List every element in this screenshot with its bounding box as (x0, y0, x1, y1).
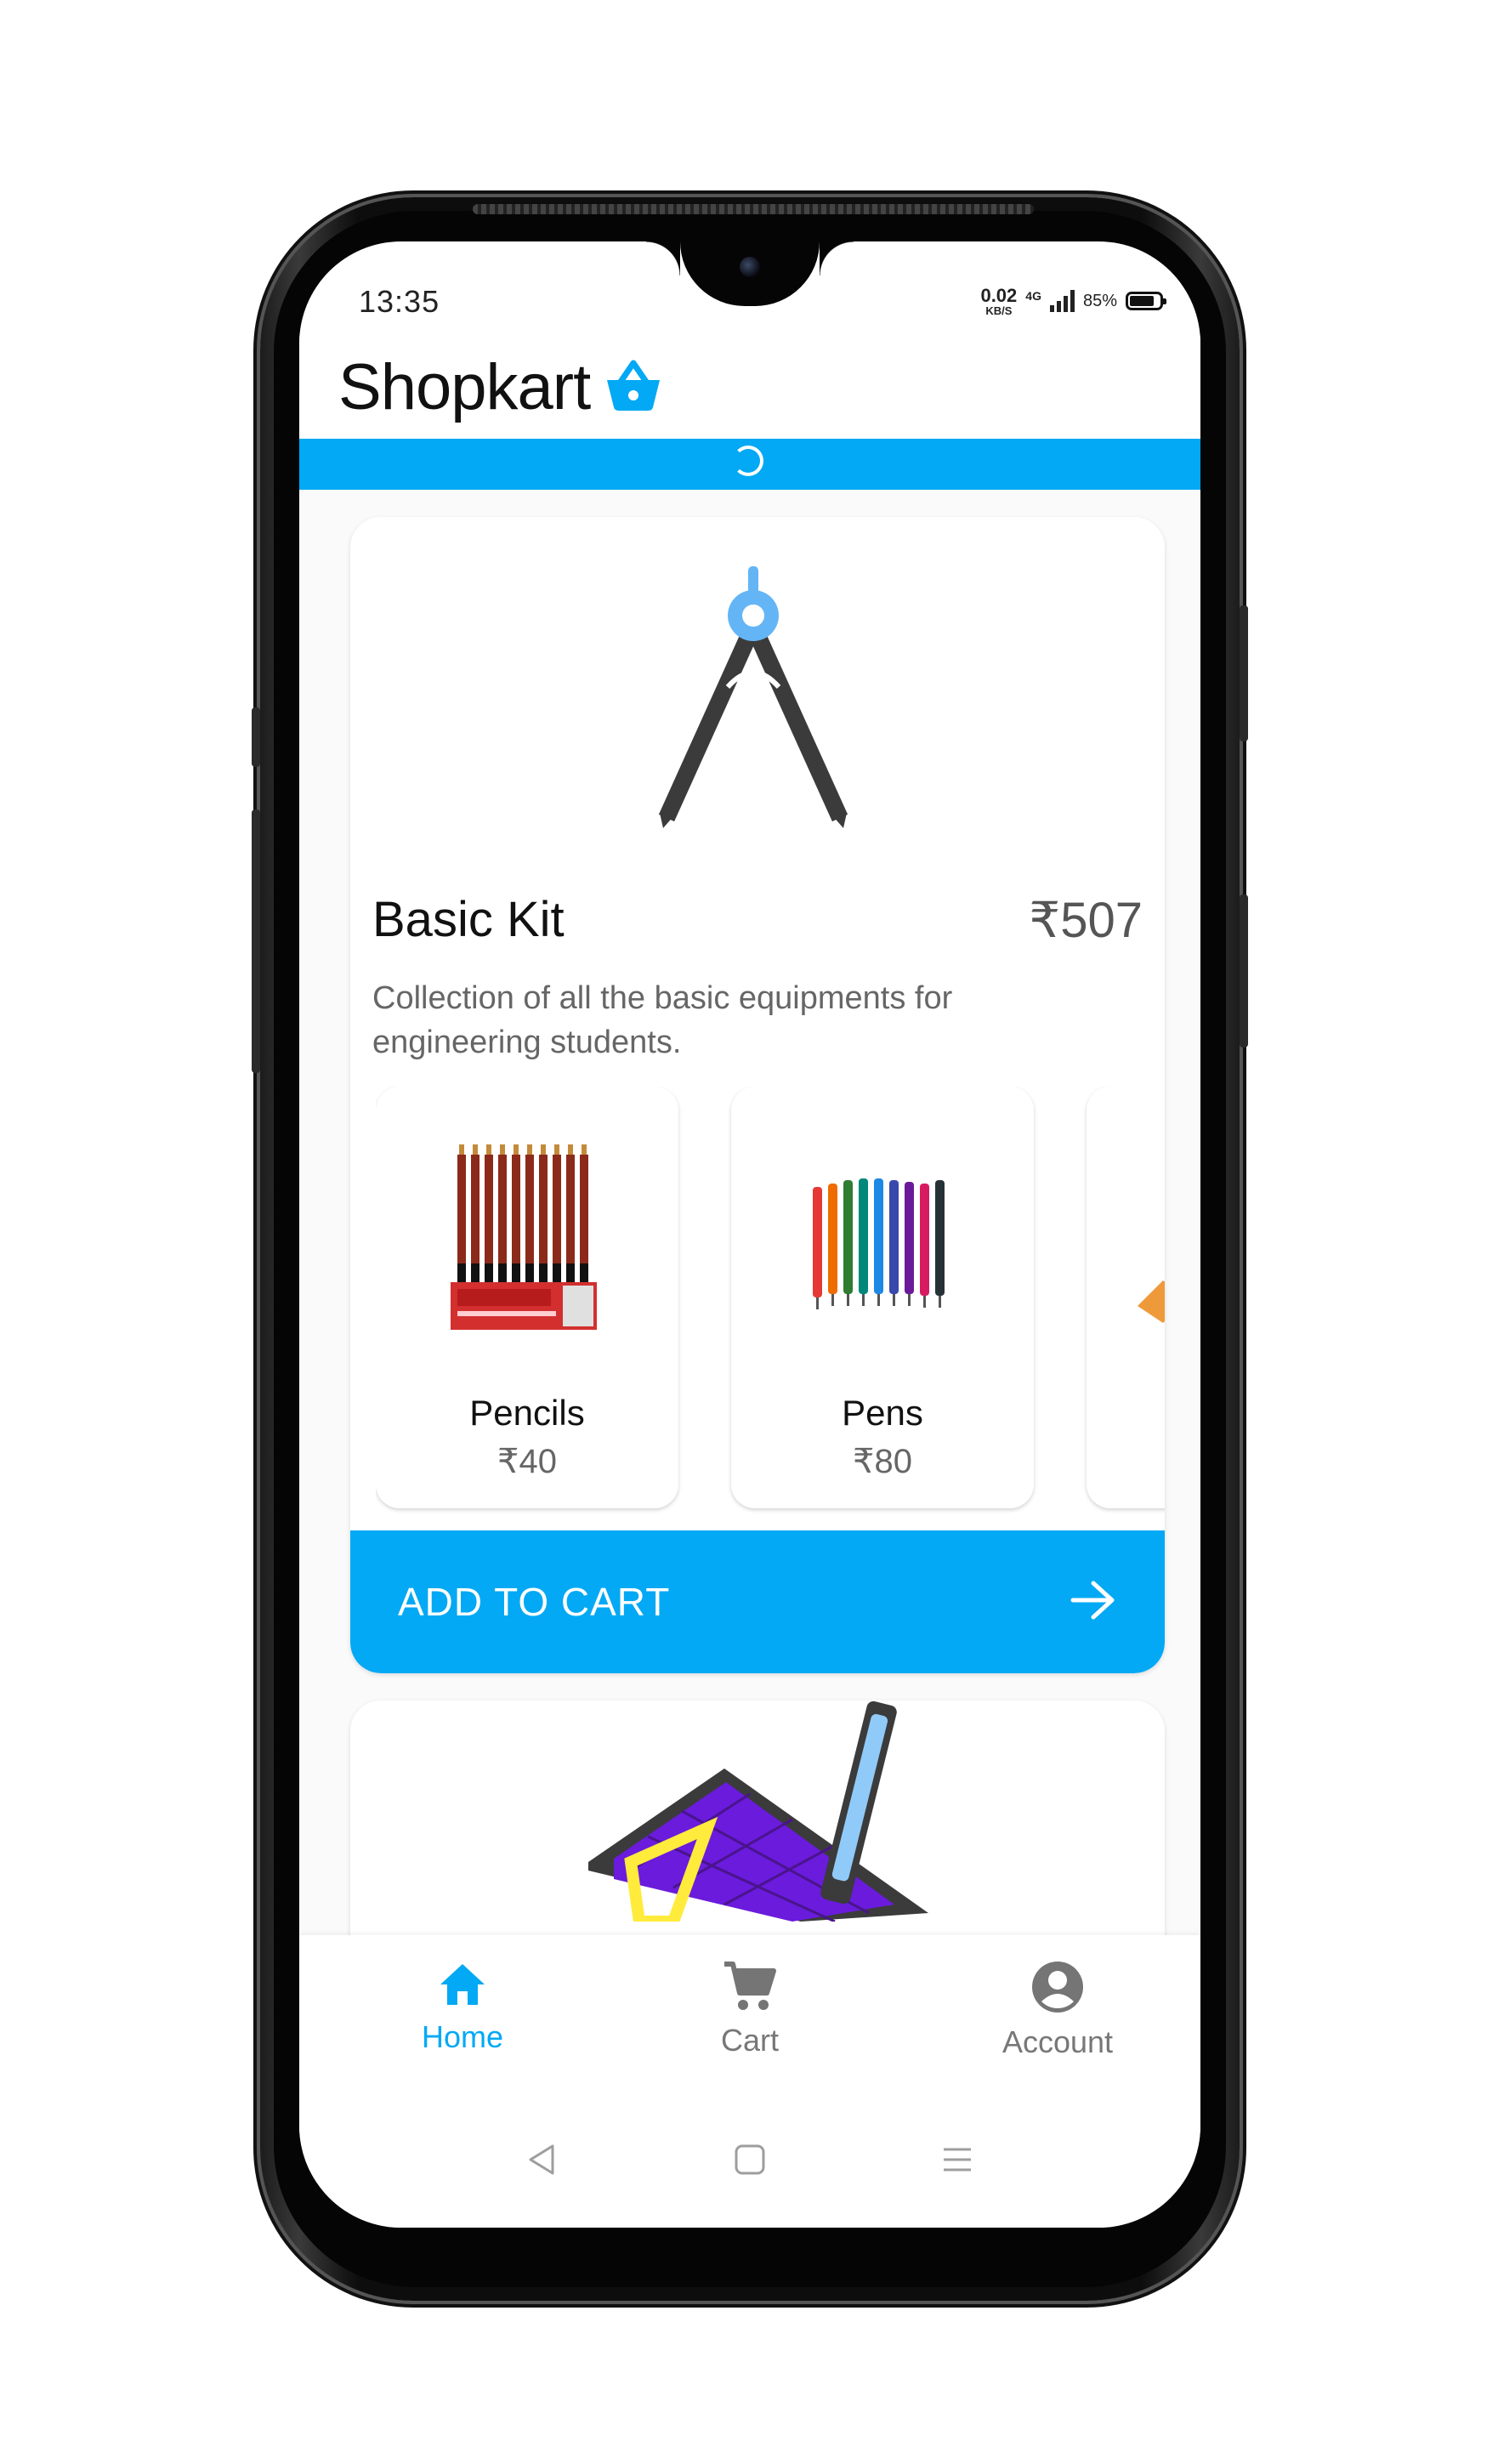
brand: Shopkart (338, 350, 663, 424)
pencils-box-icon (451, 1136, 604, 1340)
home-square-icon[interactable] (724, 2134, 775, 2185)
colored-pens-icon (806, 1136, 959, 1340)
kit-item-card[interactable]: Pencils ₹40 (376, 1087, 678, 1508)
net-speed-value: 0.02 (980, 284, 1018, 306)
power-button-lower (1240, 894, 1248, 1047)
kit-item-card[interactable] (1087, 1087, 1165, 1508)
battery-icon (1126, 292, 1166, 310)
kit-item-price: ₹80 (853, 1443, 912, 1480)
recents-menu-icon[interactable] (932, 2134, 983, 2185)
nav-item-account[interactable]: Account (930, 1961, 1185, 2060)
side-button-small (252, 707, 260, 767)
phone-frame: 13:35 0.02 KB/S 4G 85% Shopkart Basic Ki… (252, 197, 1248, 2301)
add-to-cart-button[interactable]: ADD TO CART (350, 1530, 1165, 1673)
app-title: Shopkart (338, 351, 591, 423)
bottom-navigation: Home Cart Account (299, 1935, 1200, 2097)
eraser-icon (1129, 1136, 1165, 1340)
kit-item-name: Pens (842, 1393, 923, 1433)
battery-percent: 85% (1082, 291, 1117, 310)
account-circle-icon (1031, 1961, 1084, 2018)
product-list[interactable]: Basic Kit ₹507 Collection of all the bas… (299, 490, 1200, 1935)
kit-item-price: ₹40 (497, 1443, 557, 1480)
kit-title: Basic Kit (372, 892, 565, 947)
signal-icon (1049, 290, 1075, 312)
back-triangle-icon[interactable] (517, 2134, 568, 2185)
loading-bar (299, 439, 1200, 490)
net-speed-unit: KB/S (985, 304, 1013, 317)
kit-description: Collection of all the basic equipments f… (372, 980, 953, 1060)
kit-price: ₹507 (1029, 893, 1143, 948)
shopping-basket-icon (604, 358, 663, 417)
home-icon (437, 1961, 488, 2013)
add-to-cart-label: ADD TO CART (398, 1580, 671, 1624)
cart-icon (723, 1961, 777, 2016)
front-camera (740, 257, 760, 277)
power-button (1240, 605, 1248, 741)
kit-items-carousel[interactable]: Pencils ₹40 Pens ₹80 (376, 1087, 1165, 1520)
speaker-grille (473, 204, 1034, 214)
loading-spinner-icon (733, 446, 763, 476)
status-time: 13:35 (359, 284, 440, 319)
network-type: 4G (1025, 289, 1041, 303)
kit-card[interactable] (350, 1700, 1165, 1935)
nav-item-home[interactable]: Home (335, 1961, 590, 2055)
screen: 13:35 0.02 KB/S 4G 85% Shopkart Basic Ki… (299, 241, 1200, 2228)
kit-item-card[interactable]: Pens ₹80 (731, 1087, 1034, 1508)
compass-icon (656, 566, 852, 830)
arrow-right-icon (1070, 1579, 1117, 1626)
volume-button (252, 809, 260, 1073)
status-indicators: 0.02 KB/S 4G 85% (980, 284, 1166, 318)
kit-card[interactable]: Basic Kit ₹507 Collection of all the bas… (350, 517, 1165, 1673)
nav-label-cart: Cart (720, 2023, 779, 2058)
system-navigation-bar (299, 2097, 1200, 2228)
net-speed: 0.02 KB/S (980, 284, 1018, 317)
kit-item-name: Pencils (469, 1393, 585, 1433)
nav-item-cart[interactable]: Cart (622, 1961, 877, 2058)
nav-label-account: Account (1002, 2024, 1114, 2059)
app-bar: Shopkart (299, 335, 1200, 439)
drawing-board-icon (580, 1700, 937, 1927)
nav-label-home: Home (421, 2019, 504, 2054)
